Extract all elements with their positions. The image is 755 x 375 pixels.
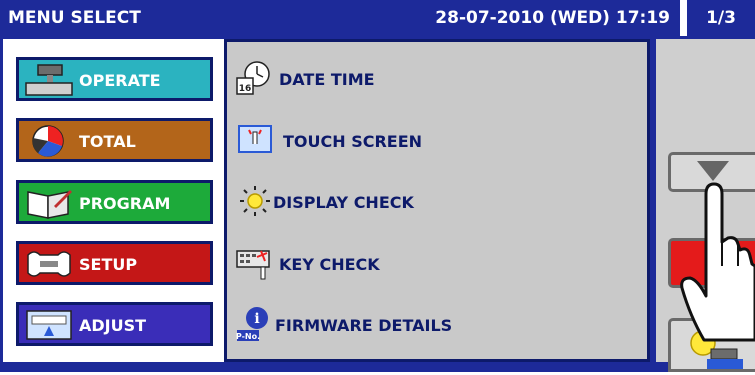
adjust-icon bbox=[24, 308, 74, 342]
svg-text:P-No.: P-No. bbox=[236, 332, 260, 341]
page-indicator: 1/3 bbox=[684, 0, 755, 36]
wrench-icon bbox=[24, 247, 74, 281]
category-label: SETUP bbox=[79, 255, 138, 274]
svg-text:16: 16 bbox=[239, 84, 252, 94]
menu-item-label: DATE TIME bbox=[279, 70, 375, 89]
operate-icon bbox=[24, 63, 74, 97]
clock-calendar-icon: 16 bbox=[235, 60, 275, 96]
category-label: PROGRAM bbox=[79, 194, 171, 213]
category-total-button[interactable]: TOTAL bbox=[16, 118, 213, 162]
category-label: TOTAL bbox=[79, 132, 136, 151]
category-adjust-button[interactable]: ADJUST bbox=[16, 302, 213, 346]
pointing-hand-icon bbox=[678, 180, 755, 350]
menu-items-panel: 16 DATE TIME TOUCH SCREEN DISPLAY CHECK … bbox=[224, 39, 650, 362]
title-bar: MENU SELECT 28-07-2010 (WED) 17:19 bbox=[0, 0, 680, 36]
svg-text:i: i bbox=[254, 311, 259, 327]
keyboard-icon bbox=[235, 245, 275, 281]
menu-item-firmware-details[interactable]: i P-No. FIRMWARE DETAILS bbox=[227, 298, 647, 350]
window-title: MENU SELECT bbox=[8, 8, 141, 28]
menu-item-label: TOUCH SCREEN bbox=[283, 132, 423, 151]
menu-item-key-check[interactable]: KEY CHECK bbox=[227, 237, 647, 289]
category-panel: OPERATE TOTAL PROGRAM SETUP ADJUST bbox=[3, 39, 224, 362]
category-operate-button[interactable]: OPERATE bbox=[16, 57, 213, 101]
menu-item-label: FIRMWARE DETAILS bbox=[275, 316, 453, 335]
sun-icon bbox=[235, 183, 275, 219]
menu-item-label: DISPLAY CHECK bbox=[273, 193, 414, 212]
category-label: ADJUST bbox=[79, 316, 147, 335]
pie-chart-icon bbox=[24, 124, 74, 158]
menu-item-touch-screen[interactable]: TOUCH SCREEN bbox=[227, 114, 647, 166]
category-setup-button[interactable]: SETUP bbox=[16, 241, 213, 285]
category-program-button[interactable]: PROGRAM bbox=[16, 180, 213, 224]
menu-item-label: KEY CHECK bbox=[279, 255, 380, 274]
info-icon: i P-No. bbox=[235, 306, 275, 342]
menu-item-display-check[interactable]: DISPLAY CHECK bbox=[227, 175, 647, 227]
date-time-readout: 28-07-2010 (WED) 17:19 bbox=[435, 8, 670, 28]
book-icon bbox=[24, 186, 74, 220]
category-label: OPERATE bbox=[79, 71, 161, 90]
menu-item-date-time[interactable]: 16 DATE TIME bbox=[227, 52, 647, 104]
touch-screen-icon bbox=[235, 122, 275, 158]
